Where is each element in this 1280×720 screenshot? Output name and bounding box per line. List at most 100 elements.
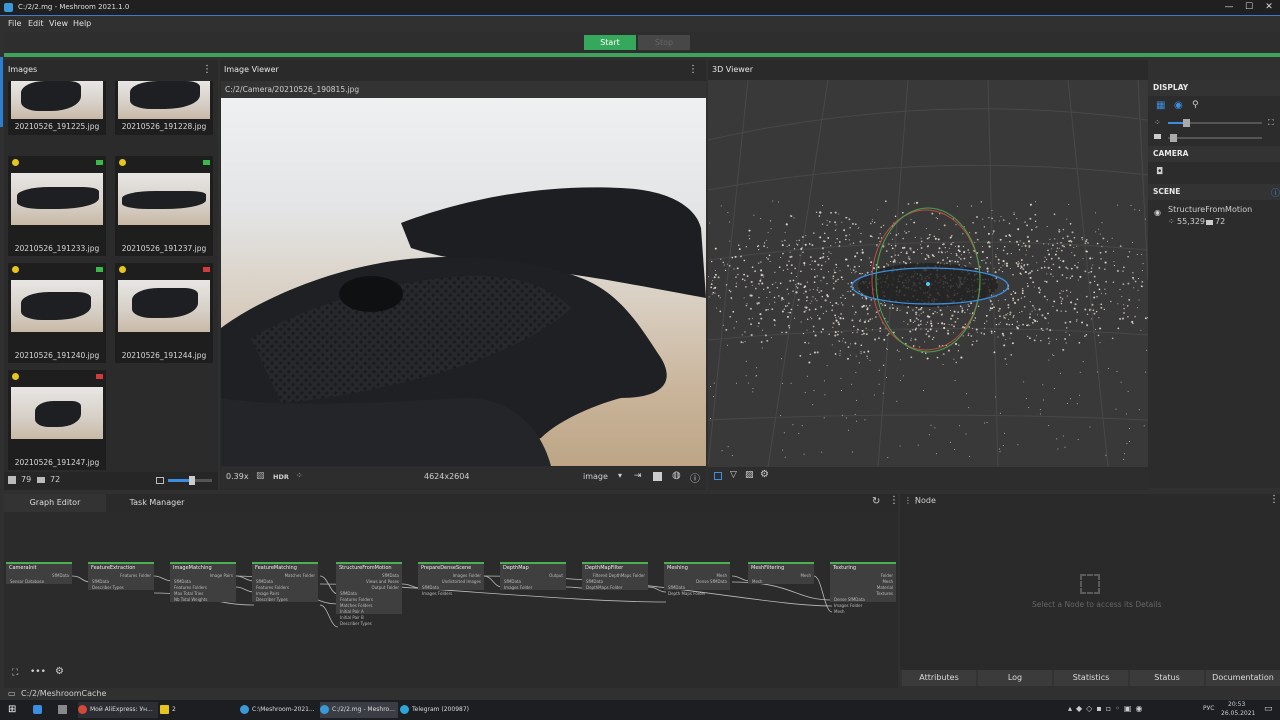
viewer3d-canvas[interactable] [708, 80, 1148, 467]
thumbnail[interactable]: 20210526_191237.jpg [115, 156, 213, 256]
node-input-port[interactable]: Max Total Tries [174, 591, 203, 596]
node-input-port[interactable]: SfMData [586, 579, 603, 584]
refresh-icon[interactable]: ↻ [872, 496, 880, 507]
viewer-image[interactable] [221, 98, 706, 466]
bounding-box-icon[interactable] [714, 472, 722, 480]
graph-node[interactable]: FeatureExtraction Features Folder SfMData D… [88, 562, 154, 590]
tab-documentation[interactable]: Documentation [1206, 670, 1280, 686]
stop-button[interactable]: Stop [638, 35, 690, 50]
tray-icons[interactable]: ▴◆◇▪▫◦▣◉ [1068, 704, 1146, 713]
graph-node[interactable]: PrepareDenseScene Images Folder Undistorte… [418, 562, 484, 596]
histogram-icon[interactable] [653, 472, 662, 481]
node-output-port[interactable]: Output Folder [371, 585, 399, 590]
node-input-port[interactable]: Images Folder [504, 585, 532, 590]
node-input-port[interactable]: SfMData [422, 585, 439, 590]
node-input-port[interactable]: Dense SfMData [834, 597, 865, 602]
node-input-port[interactable]: Sensor Database [10, 579, 44, 584]
node-output-port[interactable]: Views and Poses [366, 579, 399, 584]
export-icon[interactable]: ⇥ [634, 471, 642, 481]
hatch-icon[interactable]: ▨ [745, 470, 754, 480]
app-icon[interactable] [33, 705, 42, 714]
taskbar-item[interactable]: C:\Meshroom-2021... [240, 702, 316, 718]
graph-node[interactable]: MeshFiltering Mesh Mesh [748, 562, 814, 584]
node-input-port[interactable]: Initial Pair B [340, 615, 364, 620]
node-input-port[interactable]: DepthMaps Folder [586, 585, 622, 590]
menu-file[interactable]: File [8, 19, 21, 28]
thumbnail[interactable]: 20210526_191240.jpg [8, 263, 106, 363]
gear-icon[interactable]: ⚙ [760, 469, 769, 480]
node-input-port[interactable]: SfMData [668, 585, 685, 590]
tab-statistics[interactable]: Statistics [1054, 670, 1128, 686]
figure-icon[interactable]: ⚲ [1192, 100, 1199, 110]
tab-task-manager[interactable]: Task Manager [106, 494, 208, 512]
viewer-menu-icon[interactable]: ⋮ [688, 60, 698, 80]
node-output-port[interactable]: Textures [876, 591, 893, 596]
node-output-port[interactable]: Matches Folder [285, 573, 315, 578]
globe-icon[interactable]: ◍ [672, 470, 681, 481]
node-input-port[interactable]: Initial Pair A [340, 609, 364, 614]
graph-node[interactable]: StructureFromMotion SfMData Views and Pose… [336, 562, 402, 626]
node-output-port[interactable]: Filtered DepthMaps Folder [593, 573, 645, 578]
node-input-port[interactable]: Describer Types [256, 597, 288, 602]
graph-canvas[interactable]: CameraInit SfMData Sensor Database FeatureE… [4, 512, 898, 688]
thumbnail[interactable]: 20210526_191244.jpg [115, 263, 213, 363]
node-output-port[interactable]: Folder [881, 573, 893, 578]
node-input-port[interactable]: Features Folders [256, 585, 289, 590]
info-icon[interactable]: ⓘ [690, 470, 700, 485]
target-icon[interactable]: ◉ [1174, 100, 1183, 111]
node-output-port[interactable]: Dense SfMData [696, 579, 727, 584]
thumbnail[interactable]: 20210526_191247.jpg [8, 370, 106, 470]
fit-icon[interactable]: ⛶ [1268, 118, 1274, 128]
node-input-port[interactable]: Describer Types [340, 621, 372, 626]
node-output-port[interactable]: Image Pairs [210, 573, 233, 578]
node-input-port[interactable]: SfMData [256, 579, 273, 584]
graph-node[interactable]: FeatureMatching Matches Folder SfMData Feat… [252, 562, 318, 602]
windows-start-icon[interactable]: ⊞ [8, 704, 16, 715]
language-indicator[interactable]: РУС [1203, 705, 1214, 712]
node-input-port[interactable]: Nb Total Weights [174, 597, 207, 602]
node-input-port[interactable]: Mesh [752, 579, 763, 584]
node-output-port[interactable]: SfMData [382, 573, 399, 578]
thumbnail[interactable]: 20210526_191225.jpg [8, 81, 106, 135]
chevron-down-icon[interactable]: ▾ [618, 471, 622, 480]
node-input-port[interactable]: Describer Types [92, 585, 124, 590]
node-input-port[interactable]: Features Folders [340, 597, 373, 602]
node-output-port[interactable]: Mesh [716, 573, 727, 578]
thumbnail[interactable]: 20210526_191233.jpg [8, 156, 106, 256]
taskbar-item[interactable]: Мой AliExpress: Ун... [78, 702, 158, 718]
menu-view[interactable]: View [49, 19, 68, 28]
camera-scale-slider[interactable] [1168, 134, 1262, 142]
node-input-port[interactable]: SfMData [340, 591, 357, 596]
taskbar-item[interactable]: C:/2/2.mg - Meshro... [320, 702, 398, 718]
color-picker-icon[interactable]: ⁘ [296, 471, 303, 480]
graph-node[interactable]: ImageMatching Image Pairs SfMData Features … [170, 562, 236, 602]
node-input-port[interactable]: Images Folders [422, 591, 452, 596]
camera-icon[interactable]: ◘ [1156, 167, 1163, 177]
node-output-port[interactable]: Undistorted Images [442, 579, 481, 584]
graph-node[interactable]: CameraInit SfMData Sensor Database [6, 562, 72, 584]
tab-attributes[interactable]: Attributes [902, 670, 976, 686]
node-output-port[interactable]: Images Folder [453, 573, 481, 578]
viewer-mode-select[interactable]: image [583, 472, 608, 481]
taskbar-item[interactable]: 2 [160, 702, 236, 718]
taskbar-item[interactable]: Telegram (200987) [400, 702, 476, 718]
thumbnail-size-slider[interactable] [168, 476, 212, 485]
thumbnail[interactable]: 20210526_191228.jpg [115, 81, 213, 135]
node-input-port[interactable]: SfMData [174, 579, 191, 584]
graph-node[interactable]: DepthMapFilter Filtered DepthMaps Folder S… [582, 562, 648, 590]
node-input-port[interactable]: Image Pairs [256, 591, 279, 596]
node-output-port[interactable]: Material [877, 585, 893, 590]
point-size-slider[interactable] [1168, 119, 1262, 127]
grid-icon[interactable]: ▦ [1156, 100, 1165, 111]
eye-icon[interactable]: ◉ [1154, 208, 1161, 217]
node-input-port[interactable]: SfMData [504, 579, 521, 584]
node-output-port[interactable]: SfMData [52, 573, 69, 578]
node-menu-icon[interactable]: ⋮ [1269, 494, 1279, 505]
more-icon[interactable]: ••• [30, 667, 46, 677]
node-output-port[interactable]: Features Folder [120, 573, 151, 578]
node-input-port[interactable]: Matches Folders [340, 603, 372, 608]
tab-status[interactable]: Status [1130, 670, 1204, 686]
hdr-toggle[interactable]: HDR [273, 473, 289, 481]
node-input-port[interactable]: Features Folders [174, 585, 207, 590]
graph-node[interactable]: Texturing Folder Mesh Material Textures Dense… [830, 562, 896, 614]
